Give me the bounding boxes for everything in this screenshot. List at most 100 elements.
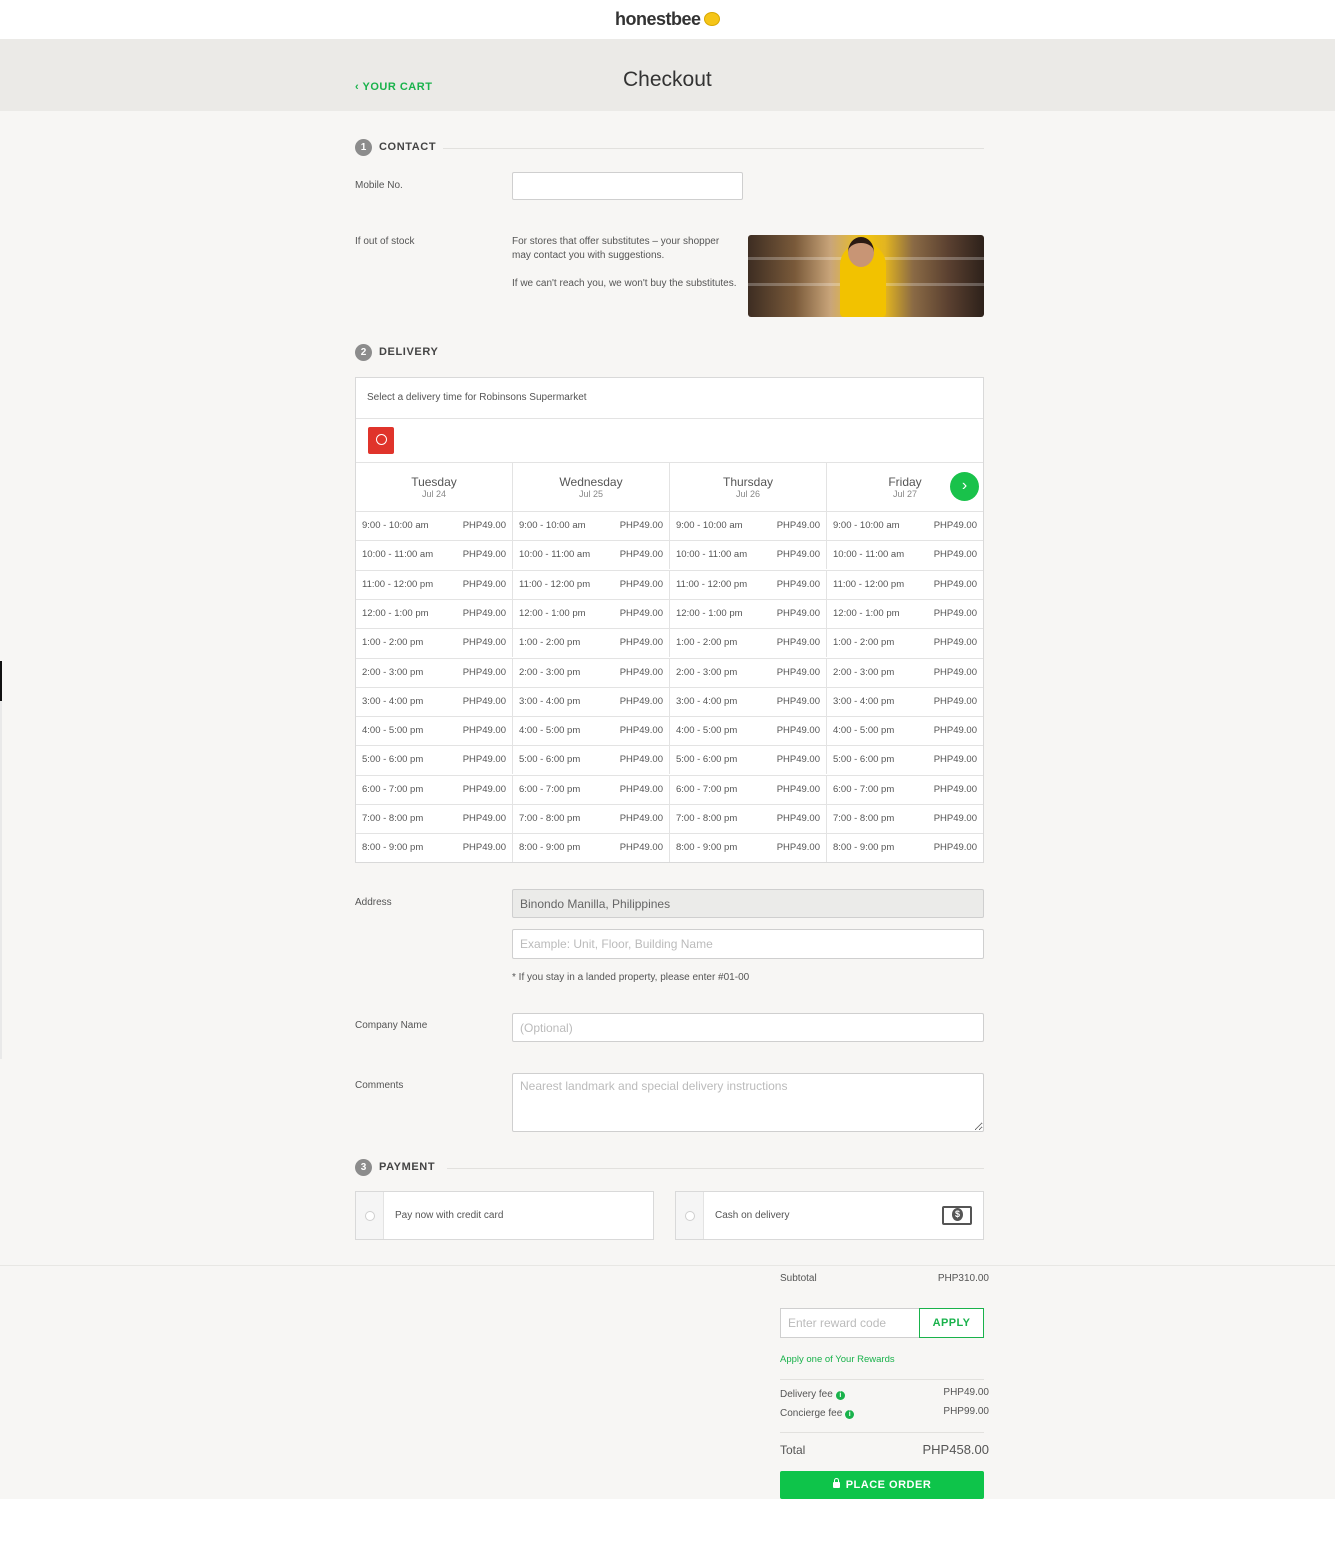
slot-time: 4:00 - 5:00 pm	[833, 725, 895, 737]
delivery-schedule: Select a delivery time for Robinsons Sup…	[355, 377, 984, 863]
delivery-slot[interactable]: 6:00 - 7:00 pm PHP49.00	[356, 774, 513, 804]
apply-rewards-link[interactable]: Apply one of Your Rewards	[780, 1354, 895, 1365]
delivery-slot[interactable]: 2:00 - 3:00 pm PHP49.00	[356, 657, 513, 687]
delivery-slot[interactable]: 10:00 - 11:00 am PHP49.00	[356, 540, 513, 570]
slot-time: 3:00 - 4:00 pm	[519, 695, 581, 707]
slot-price: PHP49.00	[619, 783, 663, 795]
delivery-slot[interactable]: 8:00 - 9:00 pm PHP49.00	[670, 833, 827, 863]
delivery-slot[interactable]: 9:00 - 10:00 am PHP49.00	[356, 511, 513, 540]
delivery-slot[interactable]: 6:00 - 7:00 pm PHP49.00	[670, 774, 827, 804]
info-icon[interactable]: i	[835, 1391, 845, 1400]
delivery-slot[interactable]: 4:00 - 5:00 pm PHP49.00	[670, 716, 827, 746]
slot-time: 3:00 - 4:00 pm	[676, 695, 738, 707]
substitutes-info: For stores that offer substitutes – your…	[512, 236, 720, 261]
delivery-slot[interactable]: 12:00 - 1:00 pm PHP49.00	[827, 598, 983, 628]
delivery-slot[interactable]: 11:00 - 12:00 pm PHP49.00	[670, 569, 827, 599]
delivery-slot[interactable]: 3:00 - 4:00 pm PHP49.00	[513, 686, 670, 716]
cash-on-delivery-option[interactable]: Cash on delivery	[675, 1191, 984, 1240]
slot-price: PHP49.00	[933, 607, 977, 619]
delivery-slot[interactable]: 7:00 - 8:00 pm PHP49.00	[513, 804, 670, 833]
divider	[447, 1168, 984, 1169]
info-icon[interactable]: i	[845, 1410, 855, 1419]
next-days-button[interactable]: ›	[950, 472, 979, 501]
mobile-input[interactable]	[512, 172, 743, 200]
delivery-slot[interactable]: 9:00 - 10:00 am PHP49.00	[670, 511, 827, 540]
place-order-button[interactable]: PLACE ORDER	[780, 1471, 984, 1499]
delivery-slot[interactable]: 2:00 - 3:00 pm PHP49.00	[670, 657, 827, 687]
delivery-slot[interactable]: 9:00 - 10:00 am PHP49.00	[827, 511, 983, 540]
delivery-slot[interactable]: 6:00 - 7:00 pm PHP49.00	[827, 774, 983, 804]
delivery-slot[interactable]: 2:00 - 3:00 pm PHP49.00	[513, 657, 670, 687]
delivery-slot[interactable]: 11:00 - 12:00 pm PHP49.00	[513, 569, 670, 599]
slot-time: 10:00 - 11:00 am	[833, 549, 905, 561]
delivery-slot[interactable]: 5:00 - 6:00 pm PHP49.00	[356, 745, 513, 775]
delivery-slot[interactable]: 4:00 - 5:00 pm PHP49.00	[827, 716, 983, 745]
delivery-slot[interactable]: 9:00 - 10:00 am PHP49.00	[513, 511, 670, 540]
slot-price: PHP49.00	[933, 666, 977, 678]
delivery-slot[interactable]: 11:00 - 12:00 pm PHP49.00	[356, 569, 513, 599]
delivery-slot[interactable]: 6:00 - 7:00 pm PHP49.00	[513, 774, 670, 804]
delivery-slot[interactable]: 12:00 - 1:00 pm PHP49.00	[670, 598, 827, 628]
delivery-slot[interactable]: 2:00 - 3:00 pm PHP49.00	[827, 657, 983, 687]
slot-time: 9:00 - 10:00 am	[519, 520, 586, 531]
delivery-slot[interactable]: 1:00 - 2:00 pm PHP49.00	[356, 628, 513, 658]
delivery-slot[interactable]: 4:00 - 5:00 pm PHP49.00	[356, 716, 513, 746]
slot-price: PHP49.00	[933, 725, 977, 737]
mobile-label: Mobile No.	[355, 180, 403, 191]
delivery-slot[interactable]: 3:00 - 4:00 pm PHP49.00	[827, 686, 983, 716]
cash-radio[interactable]	[685, 1211, 695, 1221]
slot-price: PHP49.00	[462, 783, 506, 795]
delivery-slot[interactable]: 1:00 - 2:00 pm PHP49.00	[827, 628, 983, 657]
delivery-slot[interactable]: 12:00 - 1:00 pm PHP49.00	[356, 598, 513, 628]
honestbee-logo[interactable]: honestbee	[615, 9, 720, 30]
place-order-label: PLACE ORDER	[845, 1479, 932, 1491]
delivery-slot[interactable]: 11:00 - 12:00 pm PHP49.00	[827, 569, 983, 599]
slot-time: 11:00 - 12:00 pm	[519, 578, 591, 590]
slot-price: PHP49.00	[619, 666, 663, 678]
slot-price: PHP49.00	[776, 842, 820, 854]
delivery-slot[interactable]: 10:00 - 11:00 am PHP49.00	[827, 540, 983, 569]
apply-reward-button[interactable]: APPLY	[919, 1308, 984, 1338]
slot-time: 3:00 - 4:00 pm	[833, 695, 895, 707]
delivery-slot[interactable]: 1:00 - 2:00 pm PHP49.00	[670, 628, 827, 658]
delivery-slot[interactable]: 5:00 - 6:00 pm PHP49.00	[670, 745, 827, 775]
slot-time: 12:00 - 1:00 pm	[833, 607, 900, 619]
section-title: PAYMENT	[379, 1161, 436, 1173]
back-to-cart-link[interactable]: ‹ YOUR CART	[355, 81, 432, 93]
reward-code-input[interactable]	[780, 1308, 920, 1338]
slot-price: PHP49.00	[619, 813, 663, 824]
credit-card-label: Pay now with credit card	[395, 1210, 504, 1221]
delivery-slot[interactable]: 5:00 - 6:00 pm PHP49.00	[827, 745, 983, 774]
concierge-fee-row: Concierge fee i	[780, 1408, 855, 1419]
delivery-slot[interactable]: 3:00 - 4:00 pm PHP49.00	[670, 686, 827, 716]
delivery-slot[interactable]: 5:00 - 6:00 pm PHP49.00	[513, 745, 670, 775]
unit-input[interactable]	[512, 929, 984, 959]
delivery-slot[interactable]: 10:00 - 11:00 am PHP49.00	[670, 540, 827, 570]
slot-price: PHP49.00	[776, 607, 820, 619]
section-title: CONTACT	[379, 141, 437, 153]
delivery-slot[interactable]: 3:00 - 4:00 pm PHP49.00	[356, 686, 513, 716]
comments-input[interactable]	[512, 1073, 984, 1132]
delivery-slot[interactable]: 7:00 - 8:00 pm PHP49.00	[356, 804, 513, 833]
slot-time: 6:00 - 7:00 pm	[833, 783, 895, 795]
bee-icon	[703, 12, 720, 26]
pay-credit-card-option[interactable]: Pay now with credit card	[355, 1191, 654, 1240]
delivery-slot[interactable]: 10:00 - 11:00 am PHP49.00	[513, 540, 670, 570]
company-input[interactable]	[512, 1013, 984, 1042]
slot-time: 11:00 - 12:00 pm	[362, 578, 434, 590]
slot-price: PHP49.00	[619, 520, 663, 531]
delivery-slot[interactable]: 8:00 - 9:00 pm PHP49.00	[356, 833, 513, 863]
landed-property-hint: * If you stay in a landed property, plea…	[512, 972, 750, 983]
credit-card-radio[interactable]	[365, 1211, 375, 1221]
delivery-slot[interactable]: 7:00 - 8:00 pm PHP49.00	[670, 804, 827, 833]
delivery-slot[interactable]: 7:00 - 8:00 pm PHP49.00	[827, 804, 983, 833]
delivery-slot[interactable]: 12:00 - 1:00 pm PHP49.00	[513, 598, 670, 628]
delivery-slot[interactable]: 8:00 - 9:00 pm PHP49.00	[513, 833, 670, 863]
delivery-slot[interactable]: 1:00 - 2:00 pm PHP49.00	[513, 628, 670, 658]
delivery-slot[interactable]: 4:00 - 5:00 pm PHP49.00	[513, 716, 670, 746]
delivery-slot[interactable]: 8:00 - 9:00 pm PHP49.00	[827, 833, 983, 862]
day-name: Wednesday	[559, 475, 623, 489]
comments-label: Comments	[355, 1080, 404, 1091]
subtotal-label: Subtotal	[780, 1273, 817, 1284]
section-title: DELIVERY	[379, 346, 439, 358]
